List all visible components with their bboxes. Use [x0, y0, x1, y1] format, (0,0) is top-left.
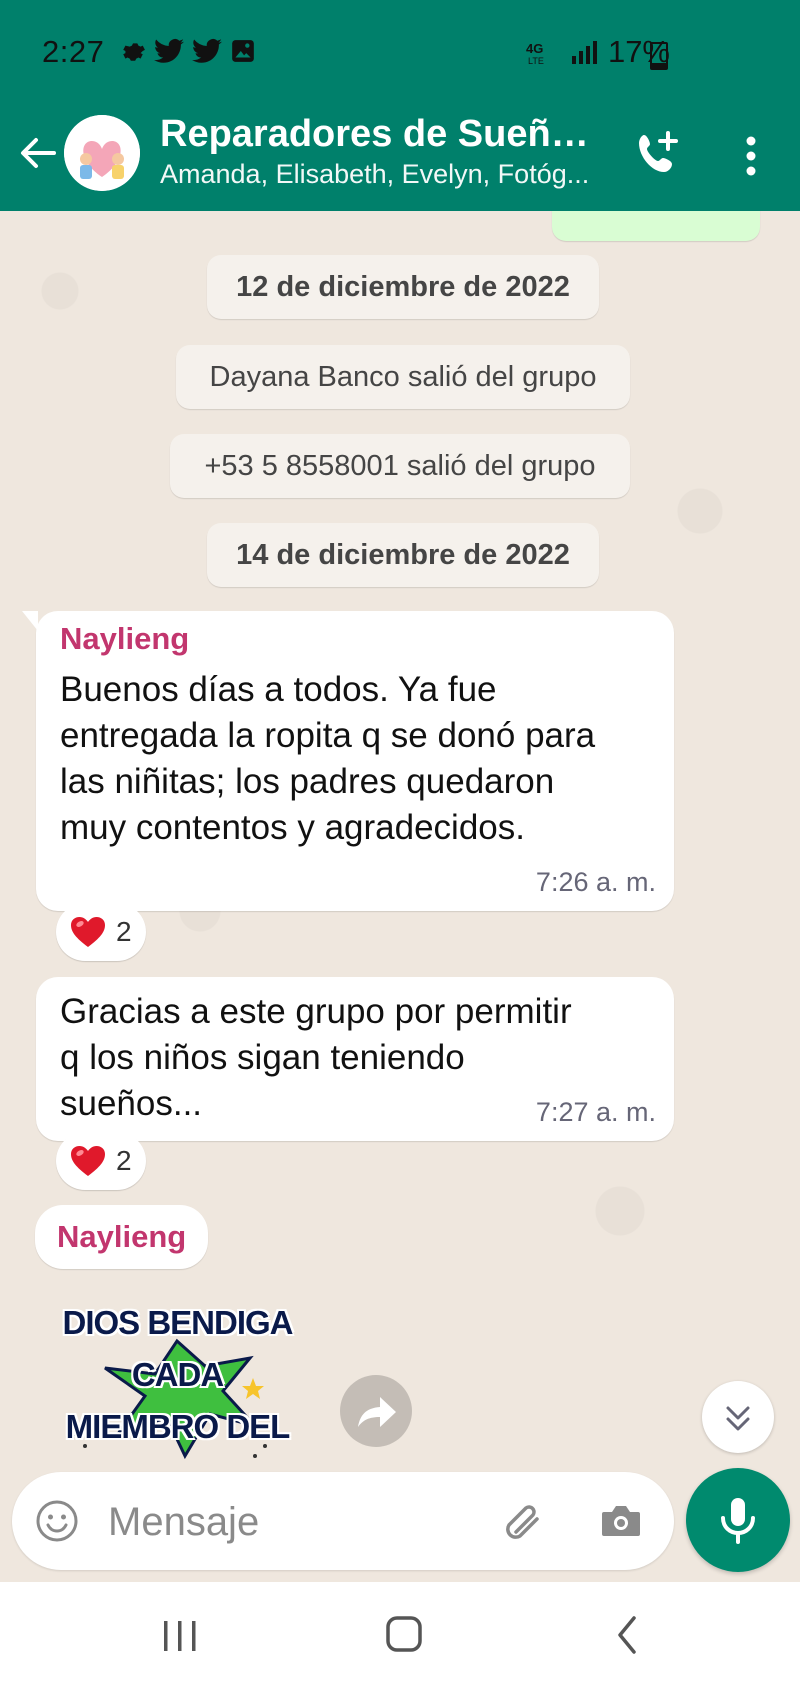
camera-icon	[602, 1506, 640, 1536]
notification-icons	[120, 38, 256, 64]
forward-icon	[358, 1397, 396, 1427]
attach-button[interactable]	[498, 1496, 548, 1546]
group-avatar[interactable]	[64, 115, 140, 191]
sticker-text-line: MIEMBRO DEL	[65, 1408, 291, 1445]
message-time: 7:26 a. m.	[535, 867, 656, 897]
status-right: 4G LTE 17%	[526, 34, 670, 70]
avatar-image	[64, 115, 140, 191]
message-reaction[interactable]: 2	[56, 903, 146, 961]
date-separator: 14 de diciembre de 2022	[207, 523, 599, 587]
message-text-line: entregada la ropita q se donó para	[60, 716, 596, 755]
message-reaction[interactable]: 2	[56, 1132, 146, 1190]
message-text-line: las niñitas; los padres quedaron	[60, 762, 555, 801]
add-call-button[interactable]	[630, 127, 686, 183]
voice-message-button[interactable]	[686, 1468, 790, 1572]
mic-icon	[721, 1498, 755, 1544]
system-message: Dayana Banco salió del grupo	[176, 345, 630, 409]
reaction-count: 2	[116, 1145, 132, 1176]
message-bubble[interactable]: Gracias a este grupo por permitir q los …	[36, 977, 674, 1141]
recent-apps-button[interactable]	[160, 1618, 200, 1654]
message-text-line: q los niños sigan teniendo	[60, 1038, 465, 1077]
more-vert-icon	[746, 136, 756, 176]
battery-icon	[650, 42, 668, 70]
image-icon	[232, 40, 254, 62]
svg-text:4G: 4G	[526, 41, 543, 56]
message-composer	[12, 1472, 674, 1570]
home-button[interactable]	[384, 1614, 424, 1654]
message-sender[interactable]: Naylieng	[60, 621, 189, 657]
chat-header: Reparadores de Sueño... Amanda, Elisabet…	[0, 105, 800, 211]
message-text-line: sueños...	[60, 1084, 203, 1123]
message-text-line: Gracias a este grupo por permitir	[60, 992, 572, 1031]
scroll-down-icon	[726, 1406, 750, 1431]
chat-participants[interactable]: Amanda, Elisabeth, Evelyn, Fotóg...	[160, 159, 600, 190]
heart-icon	[71, 1146, 105, 1176]
add-call-icon	[639, 131, 678, 172]
camera-button[interactable]	[596, 1496, 646, 1546]
emoji-button[interactable]	[34, 1498, 80, 1544]
back-button[interactable]	[14, 129, 62, 177]
emoji-icon	[36, 1500, 78, 1542]
message-text-line: Buenos días a todos. Ya fue	[60, 670, 497, 709]
home-icon	[386, 1616, 422, 1652]
date-separator: 12 de diciembre de 2022	[207, 255, 599, 319]
twitter-icon	[154, 39, 184, 63]
signal-icon	[571, 41, 597, 64]
heart-icon	[71, 917, 105, 947]
message-time: 7:27 a. m.	[535, 1097, 656, 1127]
svg-text:LTE: LTE	[528, 56, 544, 66]
system-message: +53 5 8558001 salió del grupo	[170, 434, 630, 498]
reaction-count: 2	[116, 916, 132, 947]
outgoing-message-partial[interactable]	[552, 211, 760, 241]
twitter-icon	[192, 39, 222, 63]
message-text-line: muy contentos y agradecidos.	[60, 808, 525, 847]
nav-back-button[interactable]	[612, 1612, 642, 1658]
sticker-text-line: DIOS BENDIGA	[62, 1304, 293, 1341]
attach-icon	[506, 1505, 539, 1539]
system-nav-bar	[0, 1582, 800, 1689]
network-icon: 4GLTE	[526, 41, 544, 66]
sticker-text-line: CADA	[131, 1356, 224, 1393]
message-sender[interactable]: Naylieng	[35, 1205, 209, 1269]
chat-messages[interactable]: 12 de diciembre de 2022 Dayana Banco sal…	[0, 211, 800, 1471]
recents-icon	[164, 1621, 196, 1651]
message-input[interactable]	[106, 1496, 490, 1548]
message-bubble[interactable]: Naylieng Buenos días a todos. Ya fue ent…	[22, 611, 674, 911]
status-bar: 2:27 4G LTE 17%	[0, 0, 800, 105]
sticker-message[interactable]: DIOS BENDIGA CADA MIEMBRO DEL	[45, 1296, 310, 1471]
chat-title[interactable]: Reparadores de Sueño...	[160, 113, 600, 156]
status-time: 2:27	[42, 34, 105, 69]
gear-icon	[123, 43, 145, 61]
forward-button[interactable]	[340, 1375, 412, 1447]
more-options-button[interactable]	[736, 131, 766, 181]
nav-back-icon	[618, 1616, 636, 1654]
scroll-to-bottom-button[interactable]	[702, 1381, 774, 1453]
back-arrow-icon	[21, 138, 56, 168]
